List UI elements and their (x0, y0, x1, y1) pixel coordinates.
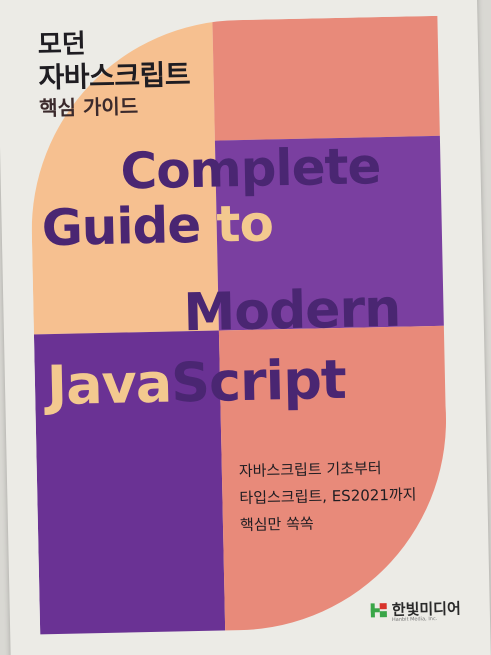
photo-stage: 모던 자바스크립트 핵심 가이드 Complete Guide to Moder… (0, 0, 491, 655)
title-kr-line3: 핵심 가이드 (38, 94, 139, 121)
title-en-line2: Guide to (41, 194, 273, 257)
publisher-mark: 한빛미디어 Hanbit Media, Inc. (370, 598, 461, 623)
title-en-line1: Complete (119, 137, 381, 201)
title-en-line3: Modern (182, 278, 401, 344)
title-en-script: Script (170, 347, 347, 415)
title-en-java: Java (46, 351, 172, 418)
art-quadrant-top-right (211, 15, 451, 141)
publisher-name-en: Hanbit Media, Inc. (391, 616, 438, 623)
subtitle-line3: 핵심만 쏙쏙 (239, 514, 314, 535)
hanbit-logo-icon (370, 602, 387, 617)
book-cover: 모던 자바스크립트 핵심 가이드 Complete Guide to Moder… (0, 0, 491, 655)
title-en-to: to (215, 194, 274, 254)
subtitle-line2: 타입스크립트, ES2021까지 (239, 485, 417, 508)
title-en-guide: Guide (41, 195, 218, 258)
title-en-line4: JavaScript (46, 348, 346, 417)
subtitle-line1: 자바스크립트 기초부터 (238, 459, 382, 481)
